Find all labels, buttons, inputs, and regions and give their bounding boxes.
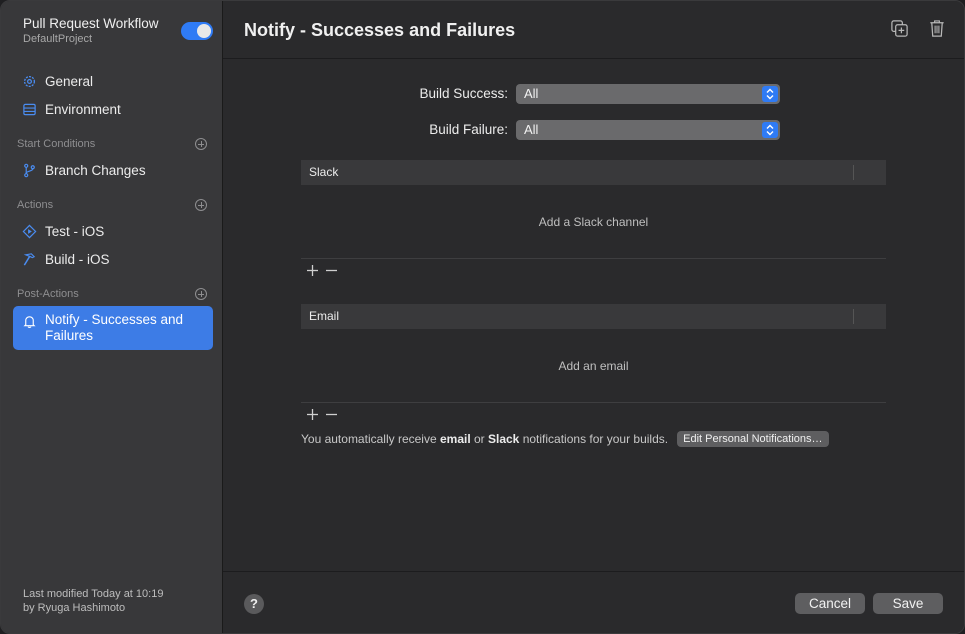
environment-icon <box>21 101 37 117</box>
hammer-icon <box>21 251 37 267</box>
section-label: Actions <box>17 199 54 211</box>
build-failure-value: All <box>524 122 539 137</box>
main-panel: Notify - Successes and Failures Build Su… <box>223 1 964 633</box>
remove-slack-button[interactable] <box>326 263 337 280</box>
last-modified-info: Last modified Today at 10:19 by Ryuga Ha… <box>23 587 163 615</box>
workflow-editor-window: Pull Request Workflow DefaultProject Gen… <box>0 0 965 634</box>
add-slack-button[interactable] <box>307 263 318 280</box>
sidebar-item-label: Branch Changes <box>45 162 146 178</box>
chevron-up-down-icon <box>762 122 778 138</box>
section-label: Start Conditions <box>17 138 96 150</box>
email-empty-state: Add an email <box>301 329 886 403</box>
slack-controls <box>301 259 886 283</box>
email-controls <box>301 403 886 427</box>
help-button[interactable]: ? <box>244 594 264 614</box>
sidebar-item-general[interactable]: General <box>13 68 213 94</box>
project-name: DefaultProject <box>23 33 93 45</box>
notification-notice: You automatically receive email or Slack… <box>301 431 829 447</box>
slack-empty-state: Add a Slack channel <box>301 185 886 259</box>
bell-icon <box>21 313 37 329</box>
sidebar-item-label: General <box>45 73 94 89</box>
save-button[interactable]: Save <box>873 593 943 614</box>
build-failure-select[interactable]: All <box>516 120 780 140</box>
section-post-actions: Post-Actions <box>17 286 207 302</box>
sidebar-item-build-ios[interactable]: Build - iOS <box>13 246 213 272</box>
notice-text: You automatically receive <box>301 432 440 446</box>
email-table: Email Add an email <box>301 304 886 427</box>
notice-email: email <box>439 432 471 446</box>
last-modified-line: Last modified Today at 10:19 <box>23 588 164 600</box>
play-icon <box>21 223 37 239</box>
build-success-label: Build Success: <box>419 86 508 101</box>
build-success-value: All <box>524 86 539 101</box>
notice-slack: Slack <box>488 432 520 446</box>
add-post-action-icon[interactable] <box>195 288 207 300</box>
add-action-icon[interactable] <box>195 199 207 211</box>
chevron-up-down-icon <box>762 86 778 102</box>
header: Notify - Successes and Failures <box>223 1 964 59</box>
email-table-header: Email <box>301 304 886 329</box>
delete-button[interactable] <box>927 19 947 43</box>
build-failure-label: Build Failure: <box>429 122 508 137</box>
sidebar: Pull Request Workflow DefaultProject Gen… <box>1 1 223 633</box>
workflow-enabled-toggle[interactable] <box>181 22 213 40</box>
remove-email-button[interactable] <box>326 407 337 424</box>
section-actions: Actions <box>17 197 207 213</box>
slack-table-header: Slack <box>301 160 886 185</box>
sidebar-item-notify[interactable]: Notify - Successes and Failures <box>13 306 213 350</box>
sidebar-item-environment[interactable]: Environment <box>13 96 213 122</box>
footer: ? Cancel Save <box>223 571 964 633</box>
trash-icon <box>928 19 946 43</box>
sidebar-item-label: Notify - Successes and Failures <box>45 312 184 343</box>
sidebar-item-label: Environment <box>45 101 121 117</box>
page-title: Notify - Successes and Failures <box>244 20 516 40</box>
sidebar-item-test-ios[interactable]: Test - iOS <box>13 218 213 244</box>
edit-personal-notifications-button[interactable]: Edit Personal Notifications… <box>677 431 829 447</box>
add-email-button[interactable] <box>307 407 318 424</box>
cancel-button[interactable]: Cancel <box>795 593 865 614</box>
section-label: Post-Actions <box>17 288 79 300</box>
sidebar-item-branch-changes[interactable]: Branch Changes <box>13 157 213 183</box>
slack-table: Slack Add a Slack channel <box>301 160 886 283</box>
add-start-condition-icon[interactable] <box>195 138 207 150</box>
gear-icon <box>21 73 37 89</box>
notice-text: notifications for your builds. <box>519 432 669 446</box>
last-modified-author: by Ryuga Hashimoto <box>23 602 126 614</box>
sidebar-item-label: Build - iOS <box>45 251 110 267</box>
notice-text: or <box>470 432 488 446</box>
workflow-title: Pull Request Workflow <box>23 16 159 31</box>
duplicate-icon <box>890 19 909 43</box>
section-start-conditions: Start Conditions <box>17 136 207 152</box>
sidebar-item-label: Test - iOS <box>45 223 105 239</box>
toggle-knob <box>197 24 211 38</box>
duplicate-button[interactable] <box>889 19 909 43</box>
branch-icon <box>21 162 37 178</box>
build-success-select[interactable]: All <box>516 84 780 104</box>
